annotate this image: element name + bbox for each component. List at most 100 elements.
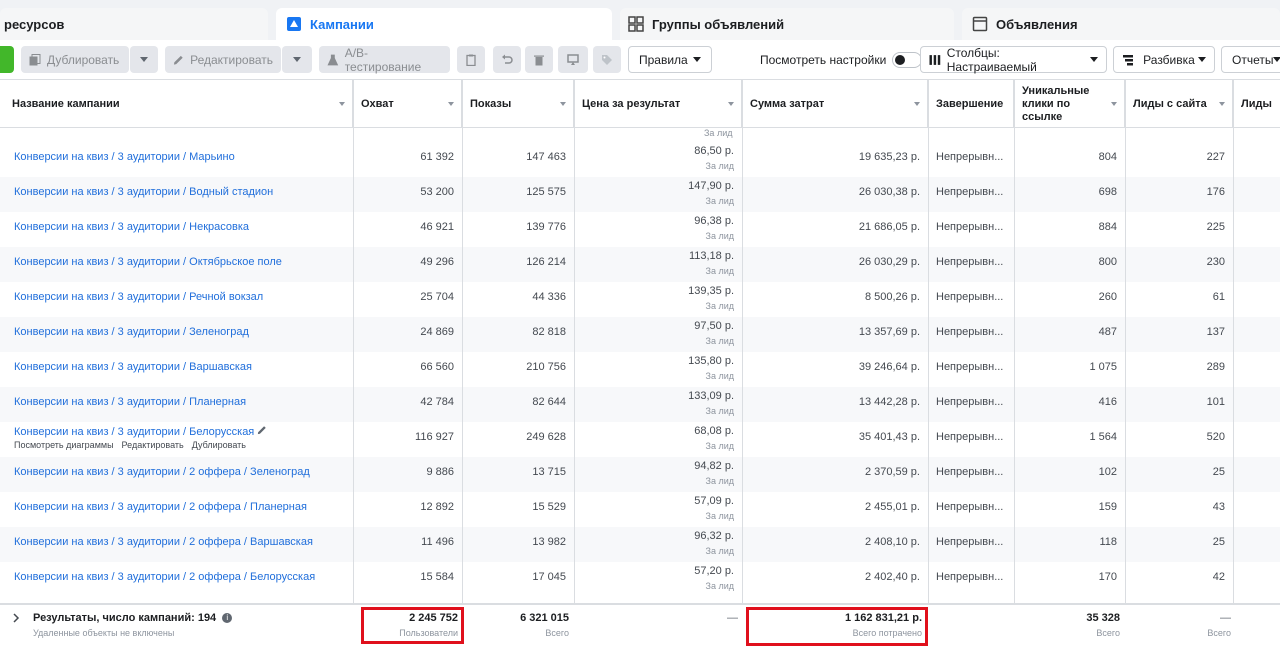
- column-header-unique-clicks[interactable]: Уникальные клики по ссылке: [1014, 80, 1125, 128]
- table-row[interactable]: Конверсии на квиз / 3 аудитории / Варшав…: [0, 352, 1280, 387]
- table-row[interactable]: Конверсии на квиз / 3 аудитории / Марьин…: [0, 142, 1280, 177]
- results-expand[interactable]: [12, 613, 20, 626]
- cell-cpr: 139,35 р. За лид: [574, 282, 742, 317]
- ends-value: Непрерывн...: [936, 536, 1004, 548]
- delete-button[interactable]: [525, 46, 553, 73]
- view-settings-toggle[interactable]: [892, 51, 923, 68]
- column-header-reach[interactable]: Охват: [353, 80, 462, 128]
- column-header-cost-per-result[interactable]: Цена за результат: [574, 80, 742, 128]
- table-row[interactable]: Конверсии на квиз / 3 аудитории / 2 оффе…: [0, 562, 1280, 597]
- table-row[interactable]: Конверсии на квиз / 3 аудитории / Зелено…: [0, 317, 1280, 352]
- table-row[interactable]: Конверсии на квиз / 3 аудитории / Речной…: [0, 282, 1280, 317]
- campaign-name-link[interactable]: Конверсии на квиз / 3 аудитории / Белору…: [14, 426, 254, 438]
- tab-ads[interactable]: Объявления: [962, 8, 1280, 40]
- campaign-name-link[interactable]: Конверсии на квиз / 3 аудитории / 2 оффе…: [14, 501, 307, 513]
- campaign-name-link[interactable]: Конверсии на квиз / 3 аудитории / Октябр…: [14, 256, 282, 268]
- duplicate-action[interactable]: Дублировать: [192, 440, 246, 450]
- spent-value: 13 442,28 р.: [858, 396, 920, 408]
- campaign-name-link[interactable]: Конверсии на квиз / 3 аудитории / Речной…: [14, 291, 263, 303]
- column-header-leads[interactable]: Лиды: [1233, 80, 1280, 128]
- campaign-name-link[interactable]: Конверсии на квиз / 3 аудитории / Марьин…: [14, 151, 235, 163]
- tab-resources[interactable]: ресурсов: [0, 8, 268, 40]
- table-row[interactable]: Конверсии на квиз / 3 аудитории / Некрас…: [0, 212, 1280, 247]
- leads-value: 520: [1206, 431, 1225, 443]
- column-header-name[interactable]: Название кампании: [4, 80, 353, 128]
- ends-value: Непрерывн...: [936, 151, 1004, 163]
- tab-campaigns[interactable]: Кампании: [276, 8, 612, 40]
- duplicate-dropdown[interactable]: [130, 46, 158, 73]
- breakdown-dropdown[interactable]: Разбивка: [1113, 46, 1215, 73]
- campaign-name-cell: Конверсии на квиз / 3 аудитории / Варшав…: [6, 352, 353, 387]
- campaign-name-link[interactable]: Конверсии на квиз / 3 аудитории / 2 оффе…: [14, 571, 315, 583]
- total-clicks-sub: Всего: [1096, 628, 1120, 638]
- campaign-name-link[interactable]: Конверсии на квиз / 3 аудитории / Планер…: [14, 396, 246, 408]
- table-row[interactable]: Конверсии на квиз / 3 аудитории / 2 оффе…: [0, 527, 1280, 562]
- campaign-name-link[interactable]: Конверсии на квиз / 3 аудитории / 2 оффе…: [14, 536, 313, 548]
- impressions-value: 82 818: [532, 326, 566, 338]
- table-row[interactable]: Конверсии на квиз / 3 аудитории / Планер…: [0, 387, 1280, 422]
- tab-adsets[interactable]: Группы объявлений: [620, 8, 954, 40]
- clicks-value: 118: [1099, 536, 1117, 548]
- column-header-ends[interactable]: Завершение: [928, 80, 1014, 128]
- column-header-impressions[interactable]: Показы: [462, 80, 574, 128]
- cell-clicks: 1 564: [1014, 422, 1125, 457]
- tag-button[interactable]: [593, 46, 621, 73]
- cpr-value: 113,18 р.: [688, 250, 734, 262]
- cell-ends: Непрерывн...: [928, 457, 1014, 492]
- table-row[interactable]: Конверсии на квиз / 3 аудитории / 2 оффе…: [0, 457, 1280, 492]
- cell-leads: 61: [1125, 282, 1233, 317]
- duplicate-button[interactable]: Дублировать: [21, 46, 129, 73]
- table-row[interactable]: Конверсии на квиз / 3 аудитории / Белору…: [0, 422, 1280, 457]
- column-header-spent[interactable]: Сумма затрат: [742, 80, 928, 128]
- table-row[interactable]: Конверсии на квиз / 3 аудитории / Октябр…: [0, 247, 1280, 282]
- tag-icon: [602, 54, 612, 65]
- cell-spent: 26 030,29 р.: [742, 247, 928, 282]
- cpr-value: 97,50 р.: [694, 320, 734, 332]
- sort-icon: [339, 102, 345, 106]
- cell-impressions: 82 644: [462, 387, 574, 422]
- ab-test-button[interactable]: A/B-тестирование: [319, 46, 450, 74]
- edit-button[interactable]: Редактировать: [165, 46, 281, 73]
- total-leads-site: — Всего: [1133, 612, 1231, 638]
- cell-ends: Непрерывн...: [928, 142, 1014, 177]
- reach-value: 61 392: [420, 151, 454, 163]
- campaign-name-cell: Конверсии на квиз / 3 аудитории / Некрас…: [6, 212, 353, 247]
- view-charts-action[interactable]: Посмотреть диаграммы: [14, 440, 114, 450]
- undo-button[interactable]: [493, 46, 521, 73]
- tab-bar: ресурсов Кампании Группы объявлений Объя…: [0, 0, 1280, 40]
- create-button[interactable]: [0, 46, 14, 73]
- cpr-value: 147,90 р.: [688, 180, 734, 192]
- column-header-leads-site[interactable]: Лиды с сайта: [1125, 80, 1233, 128]
- rules-dropdown[interactable]: Правила: [628, 46, 712, 73]
- table-row[interactable]: Конверсии на квиз / 3 аудитории / 2 оффе…: [0, 492, 1280, 527]
- edit-action[interactable]: Редактировать: [122, 440, 184, 450]
- cpr-value: 86,50 р.: [694, 145, 734, 157]
- leads-value: 137: [1206, 326, 1225, 338]
- campaign-name-link[interactable]: Конверсии на квиз / 3 аудитории / Варшав…: [14, 361, 252, 373]
- ends-value: Непрерывн...: [936, 431, 1004, 443]
- clipboard-button[interactable]: [457, 46, 485, 73]
- total-leads-value: —: [1220, 612, 1231, 624]
- columns-dropdown[interactable]: Столбцы: Настраиваемый: [920, 46, 1107, 74]
- pencil-icon[interactable]: [254, 426, 267, 438]
- preview-button[interactable]: [558, 46, 588, 73]
- column-header-impressions-label: Показы: [470, 97, 512, 110]
- clicks-value: 102: [1098, 466, 1117, 478]
- campaign-name-link[interactable]: Конверсии на квиз / 3 аудитории / Некрас…: [14, 221, 249, 233]
- campaign-name-link[interactable]: Конверсии на квиз / 3 аудитории / Водный…: [14, 186, 273, 198]
- reach-value: 11 496: [421, 536, 454, 548]
- flask-icon: [327, 54, 339, 65]
- reports-dropdown[interactable]: Отчеты: [1221, 46, 1280, 73]
- cell-ends: Непрерывн...: [928, 387, 1014, 422]
- cell-ends: Непрерывн...: [928, 177, 1014, 212]
- cell-impressions: 82 818: [462, 317, 574, 352]
- impressions-value: 125 575: [526, 186, 566, 198]
- results-title-cell: Результаты, число кампаний: 194 i Удален…: [33, 612, 233, 638]
- ends-value: Непрерывн...: [936, 361, 1004, 373]
- clicks-value: 1 564: [1089, 431, 1117, 443]
- table-row[interactable]: Конверсии на квиз / 3 аудитории / Водный…: [0, 177, 1280, 212]
- spent-value: 13 357,69 р.: [858, 326, 920, 338]
- edit-dropdown[interactable]: [282, 46, 312, 73]
- campaign-name-link[interactable]: Конверсии на квиз / 3 аудитории / 2 оффе…: [14, 466, 310, 478]
- campaign-name-link[interactable]: Конверсии на квиз / 3 аудитории / Зелено…: [14, 326, 249, 338]
